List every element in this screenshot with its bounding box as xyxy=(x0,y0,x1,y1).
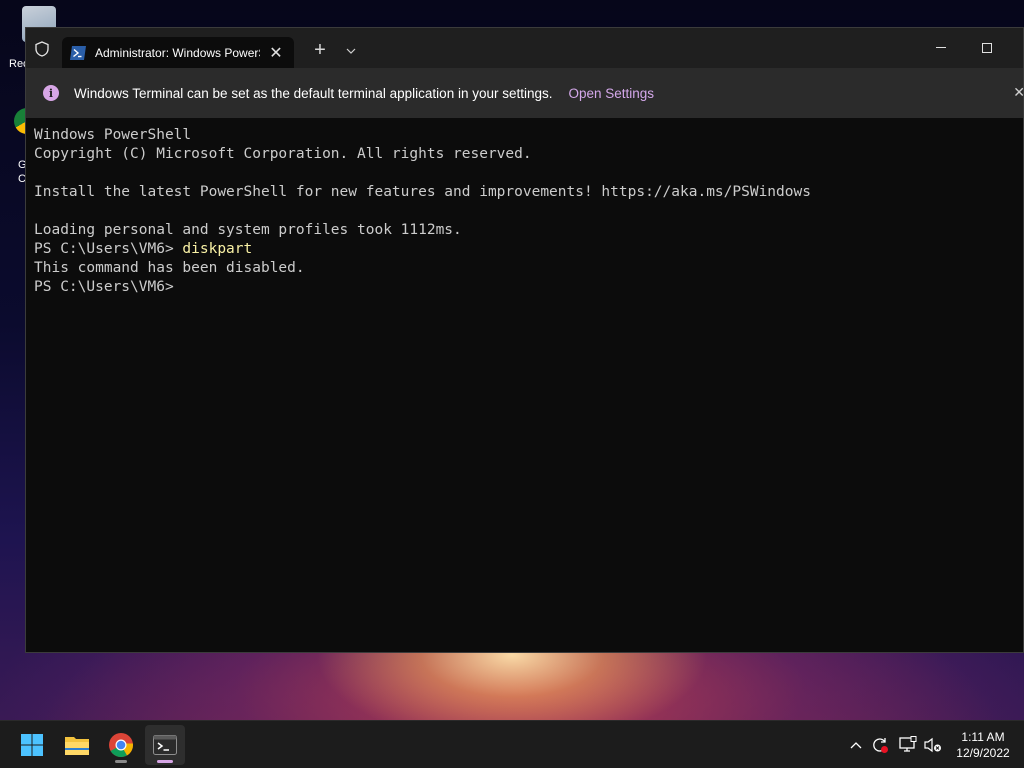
running-indicator xyxy=(115,760,127,763)
maximize-button[interactable] xyxy=(964,28,1010,68)
terminal-line: Loading personal and system profiles too… xyxy=(34,222,462,238)
open-settings-link[interactable]: Open Settings xyxy=(569,86,655,101)
system-clock[interactable]: 1:11 AM 12/9/2022 xyxy=(948,729,1018,761)
terminal-line: Copyright (C) Microsoft Corporation. All… xyxy=(34,146,532,162)
windows-logo-icon xyxy=(21,734,43,756)
terminal-output[interactable]: Windows PowerShell Copyright (C) Microso… xyxy=(26,118,1023,652)
terminal-line: This command has been disabled. xyxy=(34,260,305,276)
terminal-prompt-line: PS C:\Users\VM6> diskpart xyxy=(34,240,1023,259)
minimize-button[interactable] xyxy=(918,28,964,68)
terminal-prompt-line[interactable]: PS C:\Users\VM6> xyxy=(34,278,1023,297)
title-bar[interactable]: Administrator: Windows PowerShell ✕ + xyxy=(26,28,1023,68)
chevron-up-icon[interactable] xyxy=(846,721,866,768)
terminal-icon xyxy=(153,735,177,755)
clock-time: 1:11 AM xyxy=(961,730,1005,744)
clock-date: 12/9/2022 xyxy=(956,746,1010,760)
new-tab-button[interactable]: + xyxy=(309,40,331,62)
close-icon[interactable]: ✕ xyxy=(1013,84,1024,101)
network-icon[interactable] xyxy=(897,721,919,768)
volume-muted-icon[interactable] xyxy=(923,721,943,768)
taskbar: 1:11 AM 12/9/2022 xyxy=(0,720,1024,768)
command: diskpart xyxy=(182,241,253,257)
prompt: PS C:\Users\VM6> xyxy=(34,241,183,257)
shield-icon xyxy=(34,40,50,58)
powershell-icon xyxy=(70,45,86,61)
active-indicator xyxy=(157,760,173,763)
prompt: PS C:\Users\VM6> xyxy=(34,279,174,295)
taskbar-file-explorer[interactable] xyxy=(57,725,97,765)
sync-icon[interactable] xyxy=(870,721,890,768)
terminal-line: Install the latest PowerShell for new fe… xyxy=(34,184,811,200)
chrome-icon xyxy=(109,733,133,758)
tab-title: Administrator: Windows PowerShell xyxy=(95,45,260,60)
terminal-line: Windows PowerShell xyxy=(34,127,192,143)
info-icon: i xyxy=(43,85,59,101)
start-button[interactable] xyxy=(12,725,52,765)
taskbar-terminal[interactable] xyxy=(145,725,185,765)
terminal-window: Administrator: Windows PowerShell ✕ + i … xyxy=(25,27,1024,653)
close-icon[interactable]: ✕ xyxy=(268,43,284,63)
info-message: Windows Terminal can be set as the defau… xyxy=(74,85,553,101)
tab-powershell[interactable]: Administrator: Windows PowerShell ✕ xyxy=(62,37,294,68)
folder-icon xyxy=(65,737,89,755)
chevron-down-icon[interactable] xyxy=(340,40,362,62)
taskbar-chrome[interactable] xyxy=(101,725,141,765)
info-bar: i Windows Terminal can be set as the def… xyxy=(26,68,1024,118)
